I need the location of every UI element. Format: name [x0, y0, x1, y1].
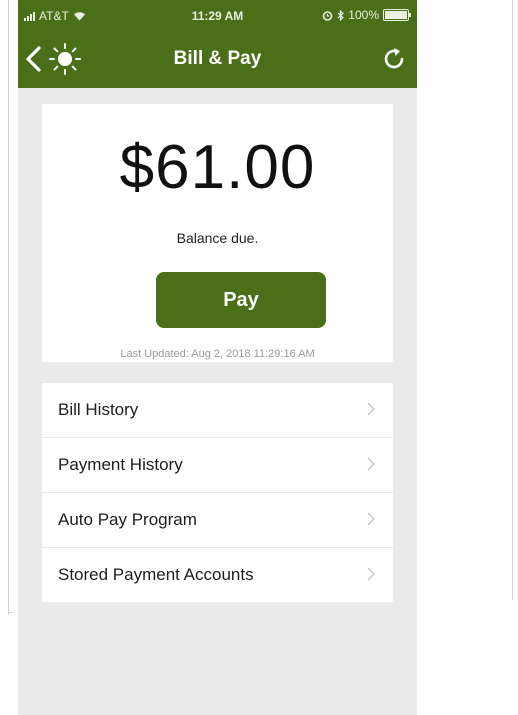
page-title: Bill & Pay	[173, 48, 262, 69]
bluetooth-icon	[337, 9, 345, 21]
top-bar: AT&T 11:29 AM 100% Bill & Pay	[18, 0, 417, 88]
refresh-button[interactable]	[381, 46, 407, 72]
balance-label: Balance due.	[176, 230, 259, 246]
last-updated-text: Last Updated: Aug 2, 2018 11:29:16 AM	[120, 348, 315, 360]
right-edge-line	[512, 0, 513, 600]
menu-item-label: Bill History	[58, 400, 139, 419]
left-edge-tick	[8, 612, 12, 613]
left-edge-line	[8, 0, 9, 615]
nav-bar: Bill & Pay	[18, 36, 417, 84]
chevron-right-icon	[367, 457, 375, 471]
menu-item-auto-pay-program[interactable]: Auto Pay Program	[42, 493, 393, 548]
status-right-group: 100%	[322, 8, 411, 22]
chevron-right-icon	[367, 402, 375, 416]
balance-amount: $61.00	[119, 133, 316, 202]
menu-item-label: Stored Payment Accounts	[58, 565, 254, 584]
menu-item-stored-payment-accounts[interactable]: Stored Payment Accounts	[42, 548, 393, 602]
chevron-right-icon	[367, 567, 375, 581]
battery-icon	[383, 9, 411, 21]
chevron-right-icon	[367, 512, 375, 526]
refresh-icon	[384, 48, 404, 69]
status-bar: AT&T 11:29 AM 100%	[18, 0, 417, 30]
alarm-icon	[322, 10, 333, 21]
bill-menu-list: Bill History Payment History Auto Pay Pr…	[42, 383, 393, 602]
phone-screen: AT&T 11:29 AM 100% Bill & Pay $61.00 Bal…	[18, 0, 417, 715]
menu-item-bill-history[interactable]: Bill History	[42, 383, 393, 438]
balance-card: $61.00 Balance due. Pay Last Updated: Au…	[42, 104, 393, 362]
menu-item-label: Auto Pay Program	[58, 510, 197, 529]
battery-percent: 100%	[348, 8, 379, 22]
menu-item-payment-history[interactable]: Payment History	[42, 438, 393, 493]
pay-button[interactable]: Pay	[156, 272, 326, 328]
menu-item-label: Payment History	[58, 455, 183, 474]
